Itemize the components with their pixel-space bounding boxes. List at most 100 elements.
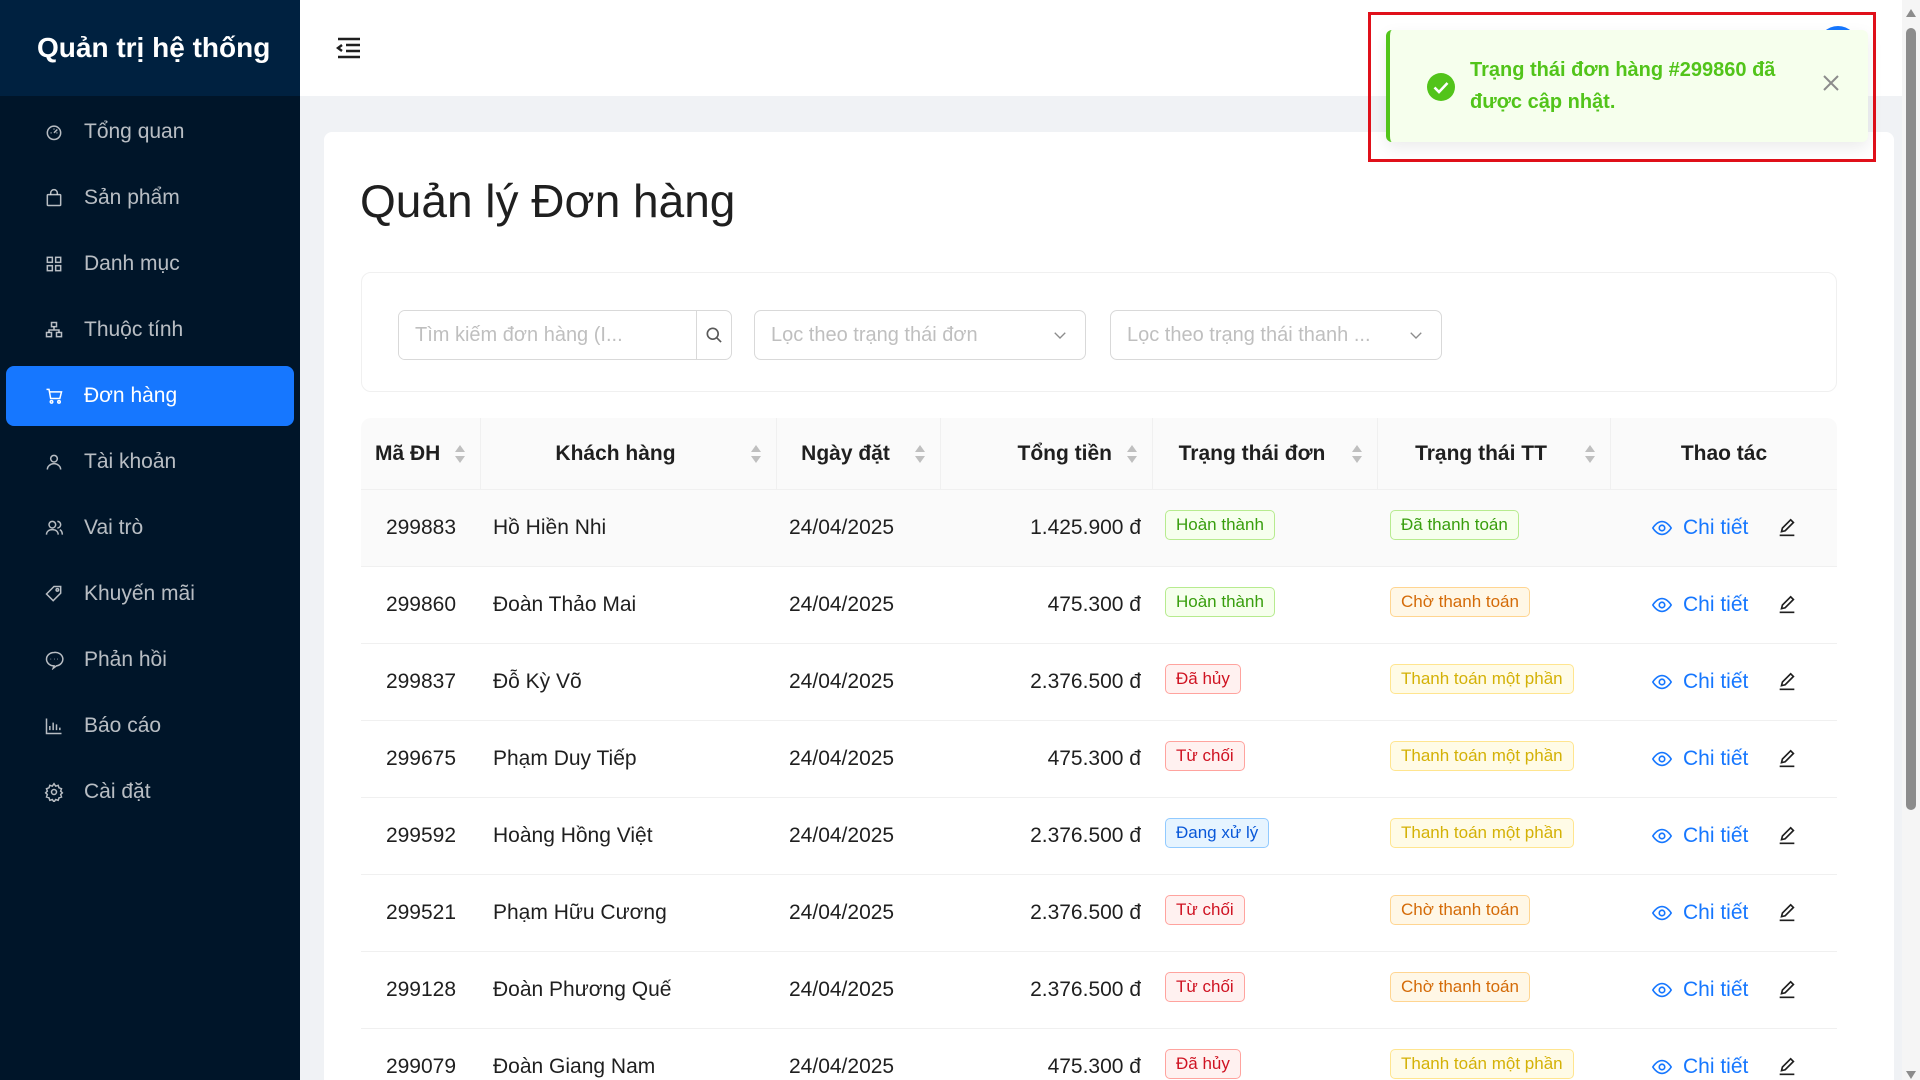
total-cell: 2.376.500 đ <box>1030 901 1141 924</box>
payment-status-badge: Chờ thanh toán <box>1390 972 1530 1002</box>
column-header-order-date[interactable]: Ngày đặt <box>777 418 941 489</box>
payment-status-badge: Thanh toán một phần <box>1390 1049 1574 1079</box>
eye-icon <box>1651 1059 1673 1075</box>
view-detail-button[interactable]: Chi tiết <box>1651 670 1748 694</box>
close-icon[interactable] <box>1822 74 1842 94</box>
scroll-down-arrow-icon[interactable] <box>1906 1066 1916 1079</box>
total-cell: 2.376.500 đ <box>1030 670 1141 693</box>
sidebar-item-promotions[interactable]: Khuyến mãi <box>6 564 294 624</box>
eye-icon <box>1651 751 1673 767</box>
order-date-cell: 24/04/2025 <box>789 824 895 847</box>
view-detail-button[interactable]: Chi tiết <box>1651 593 1748 617</box>
sidebar-item-label: Vai trò <box>84 516 144 539</box>
customer-cell: Đoàn Thảo Mai <box>493 593 637 616</box>
order-status-cell: Từ chối <box>1153 875 1378 951</box>
sidebar-item-roles[interactable]: Vai trò <box>6 498 294 558</box>
menu-fold-icon[interactable] <box>336 36 364 60</box>
order-date-cell: 24/04/2025 <box>789 593 895 616</box>
sidebar-item-settings[interactable]: Cài đặt <box>6 762 294 822</box>
search-input[interactable] <box>399 311 696 359</box>
cluster-icon <box>42 318 66 342</box>
eye-icon <box>1651 982 1673 998</box>
actions-cell: Chi tiết <box>1611 721 1837 797</box>
sidebar-item-label: Đơn hàng <box>84 384 178 407</box>
payment-status-cell: Chờ thanh toán <box>1378 567 1611 643</box>
sort-icon[interactable] <box>1584 444 1596 464</box>
view-detail-label: Chi tiết <box>1683 747 1749 770</box>
column-header-order-id[interactable]: Mã ĐH <box>361 418 481 489</box>
table-row: 299860 Đoàn Thảo Mai 24/04/2025 475.300 đ Ho… <box>361 567 1837 644</box>
order-status-badge: Từ chối <box>1165 895 1245 925</box>
sort-icon[interactable] <box>750 444 762 464</box>
view-detail-label: Chi tiết <box>1683 1055 1749 1078</box>
sidebar-item-orders[interactable]: Đơn hàng <box>6 366 294 426</box>
search-icon <box>706 327 722 343</box>
total-cell: 475.300 đ <box>1047 747 1141 770</box>
sidebar-item-feedback[interactable]: Phản hồi <box>6 630 294 690</box>
sidebar-item-reports[interactable]: Báo cáo <box>6 696 294 756</box>
order-date-cell: 24/04/2025 <box>789 1055 895 1078</box>
view-detail-button[interactable]: Chi tiết <box>1651 516 1748 540</box>
edit-icon[interactable] <box>1776 594 1798 616</box>
filter-card: Lọc theo trạng thái đơn Lọc theo trạng t… <box>361 272 1837 392</box>
search-button[interactable] <box>696 311 731 359</box>
grid-icon <box>42 252 66 276</box>
view-detail-button[interactable]: Chi tiết <box>1651 747 1748 771</box>
view-detail-button[interactable]: Chi tiết <box>1651 824 1748 848</box>
payment-status-cell: Thanh toán một phần <box>1378 644 1611 720</box>
payment-status-filter-placeholder: Lọc theo trạng thái thanh ... <box>1127 323 1371 346</box>
column-header-order-status[interactable]: Trạng thái đơn <box>1153 418 1378 489</box>
customer-cell: Đỗ Kỳ Võ <box>493 670 582 693</box>
edit-icon[interactable] <box>1776 979 1798 1001</box>
dashboard-icon <box>42 120 66 144</box>
order-status-cell: Hoàn thành <box>1153 490 1378 566</box>
table-row: 299675 Phạm Duy Tiếp 24/04/2025 475.300 đ Từ… <box>361 721 1837 798</box>
scrollbar-thumb[interactable] <box>1906 28 1916 810</box>
payment-status-badge: Thanh toán một phần <box>1390 741 1574 771</box>
payment-status-cell: Thanh toán một phần <box>1378 798 1611 874</box>
sort-icon[interactable] <box>454 444 466 464</box>
shopping-cart-icon <box>42 384 66 408</box>
edit-icon[interactable] <box>1776 517 1798 539</box>
chevron-down-icon <box>1054 332 1066 339</box>
sidebar-item-overview[interactable]: Tổng quan <box>6 102 294 162</box>
page-scrollbar[interactable] <box>1902 0 1920 1080</box>
order-id-cell: 299079 <box>385 1055 457 1078</box>
view-detail-button[interactable]: Chi tiết <box>1651 901 1748 925</box>
edit-icon[interactable] <box>1776 825 1798 847</box>
sort-icon[interactable] <box>1351 444 1363 464</box>
orders-table: Mã ĐH Khách hàng Ngày đặt Tổng tiền Trạn… <box>361 418 1837 1080</box>
view-detail-button[interactable]: Chi tiết <box>1651 1055 1748 1079</box>
order-status-badge: Đã hủy <box>1165 664 1241 694</box>
payment-status-badge: Đã thanh toán <box>1390 510 1519 540</box>
sidebar-item-label: Cài đặt <box>84 780 151 803</box>
actions-cell: Chi tiết <box>1611 567 1837 643</box>
column-header-total[interactable]: Tổng tiền <box>941 418 1153 489</box>
scroll-up-arrow-icon[interactable] <box>1906 4 1916 17</box>
edit-icon[interactable] <box>1776 902 1798 924</box>
order-status-filter-placeholder: Lọc theo trạng thái đơn <box>771 323 978 346</box>
column-header-customer[interactable]: Khách hàng <box>481 418 777 489</box>
sort-icon[interactable] <box>914 444 926 464</box>
shopping-bag-icon <box>42 186 66 210</box>
view-detail-button[interactable]: Chi tiết <box>1651 978 1748 1002</box>
success-toast: Trạng thái đơn hàng #299860 đã được cập … <box>1386 30 1868 142</box>
edit-icon[interactable] <box>1776 1056 1798 1078</box>
order-id-cell: 299592 <box>385 824 457 847</box>
order-status-filter[interactable]: Lọc theo trạng thái đơn <box>754 310 1086 360</box>
order-status-cell: Từ chối <box>1153 721 1378 797</box>
payment-status-filter[interactable]: Lọc theo trạng thái thanh ... <box>1110 310 1442 360</box>
gear-icon <box>42 780 66 804</box>
sidebar-item-accounts[interactable]: Tài khoản <box>6 432 294 492</box>
edit-icon[interactable] <box>1776 671 1798 693</box>
sidebar-item-categories[interactable]: Danh mục <box>6 234 294 294</box>
view-detail-label: Chi tiết <box>1683 824 1749 847</box>
sort-icon[interactable] <box>1126 444 1138 464</box>
view-detail-label: Chi tiết <box>1683 901 1749 924</box>
sidebar-item-label: Danh mục <box>84 252 180 275</box>
edit-icon[interactable] <box>1776 748 1798 770</box>
sidebar-item-attributes[interactable]: Thuộc tính <box>6 300 294 360</box>
sidebar-item-label: Tổng quan <box>84 120 185 143</box>
column-header-payment-status[interactable]: Trạng thái TT <box>1378 418 1611 489</box>
sidebar-item-products[interactable]: Sản phẩm <box>6 168 294 228</box>
